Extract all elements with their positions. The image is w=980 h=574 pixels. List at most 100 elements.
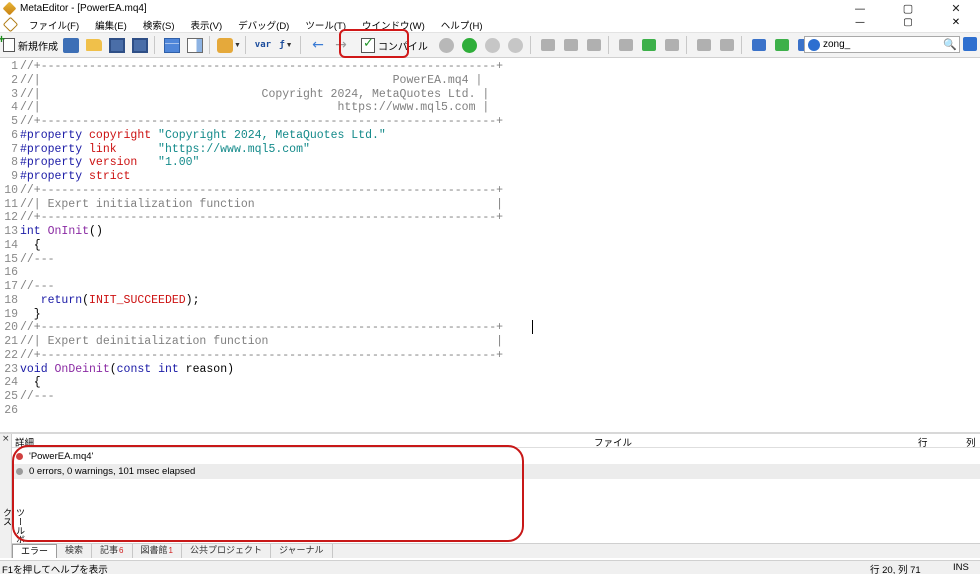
menu-edit[interactable]: 編集(E): [87, 18, 135, 32]
code-editor[interactable]: 1//+------------------------------------…: [0, 58, 980, 432]
new-file-button[interactable]: 新規作成: [0, 32, 58, 55]
code-line[interactable]: 15//---: [0, 253, 980, 267]
step-into-button[interactable]: [538, 35, 558, 55]
code-line[interactable]: 16: [0, 266, 980, 280]
step-over-icon: [563, 39, 578, 51]
menu-search[interactable]: 検索(S): [135, 18, 183, 32]
code-line[interactable]: 19 }: [0, 308, 980, 322]
pause-debug-button[interactable]: [483, 35, 503, 55]
menu-file[interactable]: ファイル(F): [21, 18, 87, 32]
line-number: 3: [11, 87, 18, 101]
column-col[interactable]: 列: [966, 435, 976, 449]
tab-public-projects[interactable]: 公共プロジェクト: [182, 544, 271, 558]
community-icon: [774, 39, 789, 51]
code-line[interactable]: 23 void OnDeinit(const int reason): [0, 363, 980, 377]
insert-function-button[interactable]: ƒ ▼: [276, 35, 296, 55]
step-over-button[interactable]: [561, 35, 581, 55]
column-file[interactable]: ファイル: [594, 435, 632, 449]
community-button[interactable]: [772, 35, 792, 55]
close-button[interactable]: ✕: [932, 0, 980, 17]
code-line[interactable]: 13 int OnInit(): [0, 225, 980, 239]
menu-debug[interactable]: デバッグ(D): [230, 18, 297, 32]
tab-library[interactable]: 図書館1: [133, 544, 182, 558]
tab-errors[interactable]: エラー: [12, 544, 58, 558]
code-line[interactable]: 1//+------------------------------------…: [0, 60, 980, 74]
text-cursor: [532, 320, 533, 334]
code-line[interactable]: 6 #property copyright "Copyright 2024, Me…: [0, 129, 980, 143]
search-input[interactable]: [823, 37, 941, 52]
doc-close-button[interactable]: ✕: [932, 17, 980, 28]
back-button[interactable]: ←: [308, 35, 328, 55]
chevron-down-icon: ▼: [285, 41, 293, 49]
stop-compile-button[interactable]: [437, 35, 457, 55]
code-token: (): [89, 225, 103, 238]
close-icon[interactable]: ×: [2, 434, 10, 444]
profile-history-button[interactable]: [639, 35, 659, 55]
start-debug-button[interactable]: [460, 35, 480, 55]
copy-button[interactable]: [694, 35, 714, 55]
code-line[interactable]: 2//| PowerEA.mq4 |: [0, 74, 980, 88]
find-button[interactable]: [717, 35, 737, 55]
tools-button[interactable]: [749, 35, 769, 55]
open-button[interactable]: [84, 35, 104, 55]
tools-icon: [751, 39, 766, 51]
code-token: link: [89, 142, 117, 156]
wizard-button[interactable]: [61, 35, 81, 55]
doc-restore-button[interactable]: ▢: [884, 17, 932, 28]
code-line[interactable]: 14 {: [0, 239, 980, 253]
code-line[interactable]: 22//+-----------------------------------…: [0, 349, 980, 363]
tab-journal[interactable]: ジャーナル: [271, 544, 333, 558]
code-line[interactable]: 9 #property strict: [0, 170, 980, 184]
code-line[interactable]: 18 return(INIT_SUCCEEDED);: [0, 294, 980, 308]
code-line[interactable]: 10//+-----------------------------------…: [0, 184, 980, 198]
code-line[interactable]: 8 #property version "1.00": [0, 156, 980, 170]
side-panel-button[interactable]: [963, 37, 977, 51]
stop-profile-button[interactable]: [662, 35, 682, 55]
code-line[interactable]: 21//| Expert deinitialization function |: [0, 335, 980, 349]
code-line[interactable]: 5//+------------------------------------…: [0, 115, 980, 129]
line-number: 1: [11, 60, 18, 73]
code-line[interactable]: 17//---: [0, 280, 980, 294]
stop-debug-button[interactable]: [506, 35, 526, 55]
save-all-button[interactable]: [130, 35, 150, 55]
save-button[interactable]: [107, 35, 127, 55]
search-icon[interactable]: 🔍: [943, 38, 957, 51]
line-number: 13: [4, 225, 18, 238]
tab-search[interactable]: 検索: [57, 544, 93, 558]
toolbar-separator: [740, 36, 742, 54]
insert-var-button[interactable]: var: [253, 35, 273, 55]
toolbox-toggle-button[interactable]: [185, 35, 205, 55]
code-line[interactable]: 7 #property link "https://www.mql5.com": [0, 143, 980, 157]
code-token: //+-------------------------------------…: [20, 60, 504, 73]
code-token: version: [89, 156, 138, 170]
column-line[interactable]: 行: [918, 435, 928, 449]
doc-minimize-button[interactable]: —: [836, 17, 884, 28]
var-icon: var: [254, 40, 272, 50]
status-bar: F1を押してヘルプを表示 行 20, 列 71 INS: [0, 560, 980, 574]
maximize-button[interactable]: ▢: [884, 0, 932, 17]
code-token: "https://www.mql5.com": [158, 142, 310, 156]
line-number: 10: [4, 183, 18, 197]
styler-button[interactable]: ▼: [217, 35, 241, 55]
search-box[interactable]: 🔍: [804, 36, 960, 53]
menu-help[interactable]: ヘルプ(H): [433, 18, 491, 32]
code-line[interactable]: 20//+-----------------------------------…: [0, 321, 980, 335]
code-line[interactable]: 25//---: [0, 390, 980, 404]
tab-articles[interactable]: 記事6: [92, 544, 133, 558]
menu-view[interactable]: 表示(V): [182, 18, 230, 32]
code-line[interactable]: 24 {: [0, 376, 980, 390]
minimize-button[interactable]: —: [836, 0, 884, 17]
gear-icon[interactable]: [808, 38, 820, 51]
document-menu-icon[interactable]: [3, 18, 17, 31]
code-line[interactable]: 4//| https://www.mql5.com |: [0, 101, 980, 115]
navigator-button[interactable]: [162, 35, 182, 55]
code-line[interactable]: 3//| Copyright 2024, MetaQuotes Ltd. |: [0, 88, 980, 102]
step-out-button[interactable]: [584, 35, 604, 55]
code-line[interactable]: 11//| Expert initialization function |: [0, 198, 980, 212]
code-token: #property: [20, 142, 90, 156]
code-line[interactable]: 26: [0, 404, 980, 418]
profile-button[interactable]: [616, 35, 636, 55]
line-number: 6: [11, 128, 18, 142]
code-line[interactable]: 12//+-----------------------------------…: [0, 211, 980, 225]
